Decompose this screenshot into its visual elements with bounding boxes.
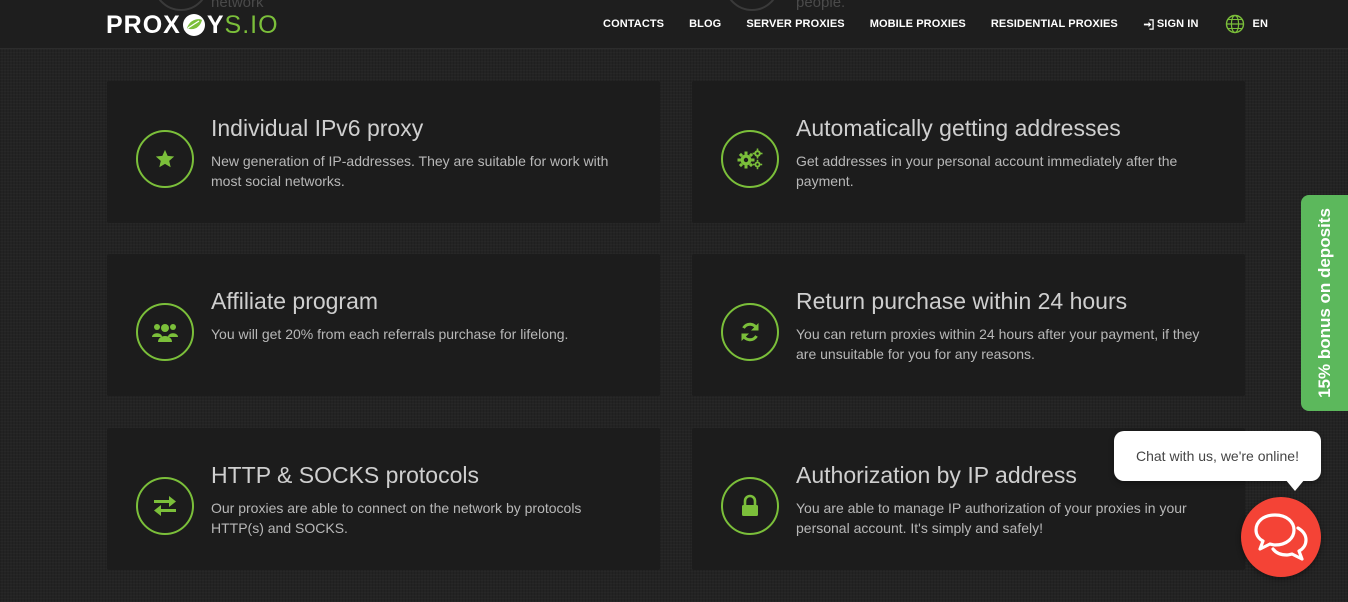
chat-greeting-text: Chat with us, we're online!	[1136, 448, 1299, 464]
lock-icon	[742, 494, 758, 516]
feature-text: Get addresses in your personal account i…	[796, 153, 1178, 189]
users-icon	[152, 324, 178, 342]
feature-title: Return purchase within 24 hours	[796, 288, 1128, 314]
bonus-deposits-tab[interactable]: 15% bonus on deposits	[1301, 195, 1348, 411]
site-header: network people. PROX Y S.IO CONTACTS BLO…	[0, 0, 1348, 49]
nav-contacts[interactable]: CONTACTS	[603, 18, 664, 30]
nav-mobile-proxies[interactable]: MOBILE PROXIES	[870, 18, 966, 30]
feature-text: New generation of IP-addresses. They are…	[211, 153, 609, 189]
logo-text-sio: S.IO	[224, 11, 279, 39]
nav-blog[interactable]: BLOG	[689, 18, 721, 30]
sign-in-icon	[1143, 18, 1154, 30]
feature-title: Automatically getting addresses	[796, 115, 1121, 141]
main-nav: CONTACTS BLOG SERVER PROXIES MOBILE PROX…	[578, 0, 1268, 48]
logo-leaf-icon	[182, 14, 205, 36]
chat-bubble-tail	[1285, 479, 1305, 491]
feature-icon-ring	[136, 477, 194, 535]
bonus-tab-label: 15% bonus on deposits	[1314, 208, 1334, 398]
feature-icon-ring	[721, 303, 779, 361]
feature-icon-ring	[136, 130, 194, 188]
ghost-text-left: network	[211, 0, 264, 11]
feature-icon-ring	[721, 477, 779, 535]
site-logo[interactable]: PROX Y S.IO	[106, 12, 279, 38]
feature-card-ipv6: Individual IPv6 proxy New generation of …	[107, 81, 660, 223]
feature-card-auto-addresses: Automatically getting addresses Get addr…	[692, 81, 1245, 223]
feature-title: Affiliate program	[211, 288, 379, 314]
logo-text-y: Y	[206, 11, 225, 39]
feature-card-return: Return purchase within 24 hours You can …	[692, 254, 1245, 396]
feature-card-affiliate: Affiliate program You will get 20% from …	[107, 254, 660, 396]
chat-open-button[interactable]	[1241, 497, 1321, 577]
exchange-icon	[154, 496, 176, 516]
gears-icon	[737, 148, 763, 170]
refresh-icon	[741, 322, 759, 342]
sign-in-label: SIGN IN	[1156, 18, 1199, 30]
feature-icon-ring	[136, 303, 194, 361]
feature-text: You will get 20% from each referrals pur…	[211, 326, 569, 342]
nav-residential-proxies[interactable]: RESIDENTIAL PROXIES	[991, 18, 1118, 30]
chat-greeting-bubble[interactable]: Chat with us, we're online!	[1114, 431, 1321, 481]
sign-in-link[interactable]: SIGN IN	[1143, 18, 1199, 30]
nav-server-proxies[interactable]: SERVER PROXIES	[746, 18, 844, 30]
feature-title: Individual IPv6 proxy	[211, 115, 424, 141]
ghost-icon-circle-left	[153, 0, 209, 11]
feature-icon-ring	[721, 130, 779, 188]
language-label: EN	[1252, 18, 1268, 30]
chat-bubbles-icon	[1254, 513, 1308, 561]
feature-card-protocols: HTTP & SOCKS protocols Our proxies are a…	[107, 428, 660, 570]
language-selector[interactable]: EN	[1225, 14, 1268, 34]
globe-icon	[1225, 14, 1244, 34]
feature-text: Our proxies are able to connect on the n…	[211, 500, 582, 536]
feature-text: You can return proxies within 24 hours a…	[796, 326, 1200, 362]
feature-title: Authorization by IP address	[796, 462, 1077, 488]
feature-title: HTTP & SOCKS protocols	[211, 462, 479, 488]
logo-text-prox: PROX	[106, 11, 181, 39]
star-icon	[155, 149, 175, 168]
feature-text: You are able to manage IP authorization …	[796, 500, 1187, 536]
